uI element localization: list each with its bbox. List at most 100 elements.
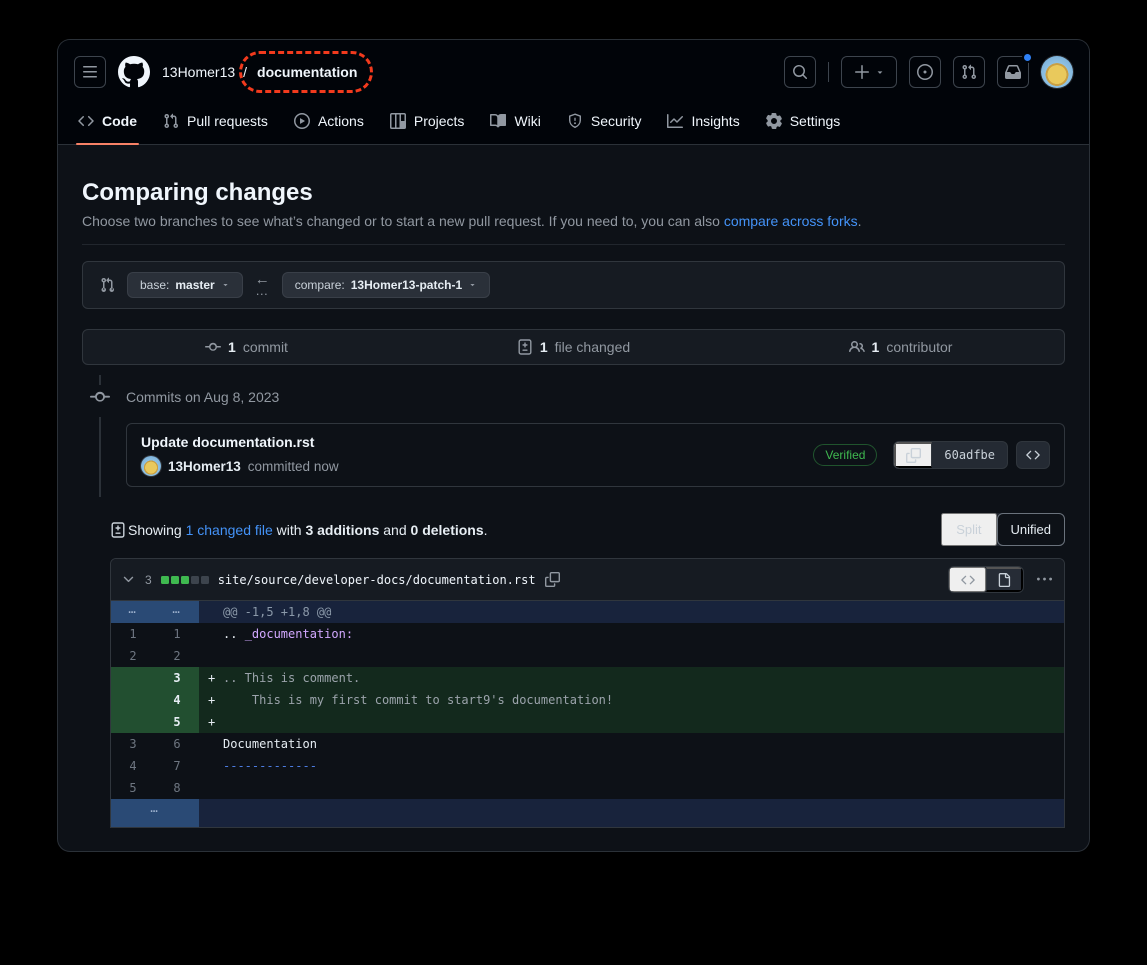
summary-mid: with (273, 522, 306, 538)
new-line-number: 7 (155, 755, 199, 777)
dropdown-caret-icon (468, 278, 477, 292)
tab-insights[interactable]: Insights (657, 98, 749, 144)
diff-line-addition[interactable]: 3 +.. This is comment. (111, 667, 1064, 689)
tab-pull-requests[interactable]: Pull requests (153, 98, 278, 144)
base-value: master (175, 278, 214, 292)
old-line-number: 2 (111, 645, 155, 667)
unified-view-button[interactable]: Unified (997, 513, 1065, 546)
verified-badge[interactable]: Verified (813, 444, 877, 466)
commit-meta: 13Homer13 committed now (141, 456, 813, 476)
line-sign: + (199, 667, 223, 689)
code-icon (961, 573, 975, 587)
hunk-header-text: @@ -1,5 +1,8 @@ (223, 601, 331, 623)
create-new-button[interactable] (841, 56, 897, 88)
commit-info: Update documentation.rst 13Homer13 commi… (141, 434, 813, 476)
base-branch-button[interactable]: base: master (127, 272, 243, 298)
file-diff-icon (517, 339, 533, 355)
commit-icon (205, 339, 221, 355)
diff-line-context[interactable]: 36 Documentation (111, 733, 1064, 755)
diff-line-addition[interactable]: 5 + (111, 711, 1064, 733)
expand-diff-row: ⋯ (111, 799, 1064, 827)
diff-line-context[interactable]: 22 (111, 645, 1064, 667)
old-line-number: 3 (111, 733, 155, 755)
file-path[interactable]: site/source/developer-docs/documentation… (218, 573, 536, 587)
diff-summary-row: Showing 1 changed file with 3 additions … (110, 513, 1065, 546)
collapse-file-button[interactable] (121, 572, 136, 587)
search-button[interactable] (784, 56, 816, 88)
code-icon (78, 113, 94, 129)
shield-icon (567, 113, 583, 129)
top-bar: 13Homer13 / documentation (58, 40, 1089, 98)
summary-prefix: Showing (128, 522, 186, 538)
old-line-number: 5 (111, 777, 155, 799)
three-bars-icon (82, 64, 98, 80)
commit-title-link[interactable]: Update documentation.rst (141, 434, 813, 450)
diff-file-header: 3 site/source/developer-docs/documentati… (111, 559, 1064, 601)
project-icon (390, 113, 406, 129)
commit-sha-link[interactable]: 60adfbe (932, 442, 1007, 468)
expand-down-button[interactable]: ⋯ (111, 799, 199, 827)
tab-actions[interactable]: Actions (284, 98, 374, 144)
breadcrumb: 13Homer13 / documentation (162, 64, 359, 80)
line-sign (199, 645, 223, 667)
tab-label: Settings (790, 113, 841, 129)
contributors-stat[interactable]: 1 contributor (737, 339, 1064, 355)
user-avatar[interactable] (1041, 56, 1073, 88)
divider-rule (82, 244, 1065, 245)
code-token: ------------- (223, 755, 317, 777)
rich-diff-button[interactable] (986, 567, 1023, 592)
github-logo-icon[interactable] (118, 56, 150, 88)
issue-opened-icon (917, 64, 933, 80)
active-tab-underline (76, 143, 139, 145)
diff-line-context[interactable]: 47 ------------- (111, 755, 1064, 777)
breadcrumb-owner[interactable]: 13Homer13 (162, 64, 235, 80)
page-description: Choose two branches to see what’s change… (82, 213, 1065, 229)
changed-file-link[interactable]: 1 changed file (186, 522, 273, 538)
line-sign: + (199, 689, 223, 711)
issues-button[interactable] (909, 56, 941, 88)
commit-author-link[interactable]: 13Homer13 (168, 459, 241, 474)
compare-value: 13Homer13-patch-1 (351, 278, 462, 292)
split-view-button[interactable]: Split (941, 513, 996, 546)
tab-security[interactable]: Security (557, 98, 652, 144)
git-compare-icon (99, 277, 115, 293)
breadcrumb-separator: / (243, 64, 247, 80)
new-line-number: 4 (155, 689, 199, 711)
tab-code[interactable]: Code (68, 98, 147, 144)
tab-settings[interactable]: Settings (756, 98, 851, 144)
new-line-number: 2 (155, 645, 199, 667)
commit-author-avatar[interactable] (141, 456, 161, 476)
inbox-icon (1005, 64, 1021, 80)
diff-line-addition[interactable]: 4 + This is my first commit to start9's … (111, 689, 1064, 711)
code-icon (1026, 448, 1040, 462)
copy-sha-button[interactable] (894, 442, 932, 468)
tab-projects[interactable]: Projects (380, 98, 475, 144)
browse-repo-button[interactable] (1016, 441, 1050, 469)
files-count: 1 (540, 339, 548, 355)
compare-branch-button[interactable]: compare: 13Homer13-patch-1 (282, 272, 490, 298)
copy-path-button[interactable] (545, 572, 560, 587)
files-changed-stat[interactable]: 1 file changed (410, 339, 737, 355)
compare-across-forks-link[interactable]: compare across forks (724, 213, 858, 229)
arrow-dots-glyph: … (255, 285, 269, 296)
pull-requests-button[interactable] (953, 56, 985, 88)
main-content: Comparing changes Choose two branches to… (58, 145, 1089, 828)
breadcrumb-repo[interactable]: documentation (255, 64, 359, 80)
tab-wiki[interactable]: Wiki (480, 98, 550, 144)
contributors-count: 1 (872, 339, 880, 355)
diff-line-context[interactable]: 58 (111, 777, 1064, 799)
diff-square-added (181, 576, 189, 584)
source-view-button[interactable] (949, 567, 986, 592)
hamburger-menu-button[interactable] (74, 56, 106, 88)
commits-stat[interactable]: 1 commit (83, 339, 410, 355)
expand-hunk-button[interactable]: ⋯ (155, 601, 199, 623)
breadcrumb-repo-label[interactable]: documentation (257, 64, 357, 80)
expand-hunk-button[interactable]: ⋯ (111, 601, 155, 623)
comparison-stats-bar: 1 commit 1 file changed 1 contributor (82, 329, 1065, 365)
summary-conj: and (379, 522, 410, 538)
file-options-button[interactable] (1037, 572, 1052, 587)
timeline-line-top (99, 375, 101, 385)
diff-line-context[interactable]: 11 .. _documentation: (111, 623, 1064, 645)
hunk-sign (199, 601, 223, 623)
topbar-divider (828, 62, 829, 82)
